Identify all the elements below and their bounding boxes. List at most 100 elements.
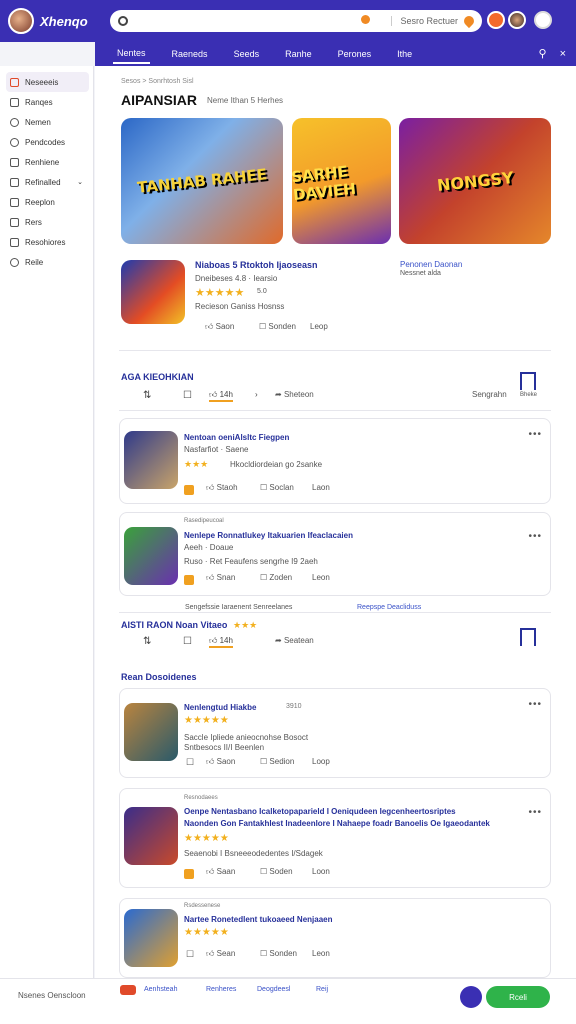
footer-link-1[interactable]: Aenhsteah	[144, 986, 177, 993]
comment-icon[interactable]: ☐	[183, 636, 192, 647]
share-button[interactable]: Loop	[312, 757, 330, 766]
featured-title[interactable]: Niaboas 5 Rtoktoh Ijaoseasn	[195, 260, 318, 270]
save-button[interactable]: ☐ Soclan	[260, 483, 294, 492]
card-desc: Ruso · Ret Feaufens sengrhe I9 2aeh	[184, 557, 318, 566]
save-button[interactable]: ☐ Sedion	[260, 757, 294, 766]
trending-icon	[461, 13, 477, 29]
save-label: Zoden	[269, 573, 293, 582]
footer-link-3[interactable]: Deogdeesl	[257, 986, 290, 993]
search-icon[interactable]: ⚲	[538, 48, 546, 60]
card-title[interactable]: Oenpe Nentasbano Icalketopaparield I Oen…	[184, 807, 514, 816]
game-card[interactable]: Rsdessenese Nartee Ronetedlent tukoaeed …	[119, 898, 551, 978]
tab-2[interactable]: Seeds	[230, 45, 264, 63]
save-button[interactable]: ☐ Zoden	[260, 573, 292, 582]
tab-1[interactable]: Raeneds	[168, 45, 212, 63]
like-count[interactable]: 👍︎ 14h	[209, 636, 233, 648]
game-icon[interactable]	[124, 431, 178, 489]
breadcrumb[interactable]: Sesos > Sonrhtosh Sisl	[121, 78, 194, 85]
sidebar-item-5[interactable]: Refinalled ⌄	[6, 172, 89, 192]
sidebar-item-0[interactable]: Neseeeis	[6, 72, 89, 92]
sidebar-item-9[interactable]: Reile	[6, 252, 89, 272]
share-button[interactable]: Leop	[310, 322, 328, 331]
close-icon[interactable]: ×	[560, 48, 566, 60]
game-card[interactable]: Rasedipeucoal Nenlepe Ronnatlukey Itakua…	[119, 512, 551, 596]
share-button[interactable]: Leon	[312, 949, 330, 958]
banner-1[interactable]: TANHAB RAHEE	[121, 118, 283, 244]
sidebar-item-6[interactable]: Reeplon	[6, 192, 89, 212]
like-button[interactable]: 👍︎ Snan	[206, 573, 235, 583]
more-options-icon[interactable]: •••	[528, 807, 542, 818]
featured-side-link[interactable]: Penonen Daonan	[400, 260, 462, 269]
sidebar-item-8[interactable]: Resohiores	[6, 232, 89, 252]
share-button[interactable]: ➦ Seatean	[275, 636, 314, 645]
sidebar-item-7[interactable]: Rers	[6, 212, 89, 232]
game-icon[interactable]	[124, 807, 178, 865]
compose-button[interactable]	[460, 986, 482, 1008]
card-title[interactable]: Nartee Ronetedlent tukoaeed Nenjaaen	[184, 915, 332, 924]
share-button[interactable]: Loon	[312, 867, 330, 876]
more-icon[interactable]: ›	[255, 390, 258, 399]
home-icon	[10, 77, 19, 87]
checkbox-icon[interactable]: ☐	[186, 949, 194, 960]
bookmark-icon[interactable]	[520, 372, 536, 390]
save-button[interactable]: ☐ Sonden	[259, 322, 296, 331]
save-label: Soclan	[269, 483, 294, 492]
share-button[interactable]: Leon	[312, 573, 330, 582]
game-icon[interactable]	[124, 909, 178, 967]
sidebar-item-4[interactable]: Renhiene	[6, 152, 89, 172]
bookmark-icon[interactable]	[520, 628, 536, 646]
related-link[interactable]: Reepspe Deacliduss	[357, 604, 421, 611]
like-button[interactable]: 👍︎ Staoh	[206, 483, 238, 493]
game-icon[interactable]	[124, 527, 178, 585]
sidebar-item-1[interactable]: Ranqes	[6, 92, 89, 112]
like-button[interactable]: 👍︎ Saan	[206, 867, 235, 877]
game-card[interactable]: Nenlengtud Hiakbe 3910 ★★★★★ Saccle Ipli…	[119, 688, 551, 778]
settings-icon[interactable]	[534, 11, 552, 29]
tab-4[interactable]: Perones	[334, 45, 376, 63]
like-count[interactable]: 👍︎ 14h	[209, 390, 233, 402]
cta-button[interactable]: Rceli	[486, 986, 550, 1008]
clock-icon	[10, 137, 19, 147]
section-right[interactable]: Sengrahn	[472, 390, 507, 399]
share-icon: ➦	[275, 390, 282, 399]
thumbs-up-icon: 👍︎	[209, 636, 218, 645]
save-button[interactable]: ☐ Sonden	[260, 949, 297, 958]
checkbox-icon[interactable]: ☐	[186, 757, 194, 768]
game-icon[interactable]	[124, 703, 178, 761]
footer-link-2[interactable]: Renheres	[206, 986, 236, 993]
tab-5[interactable]: Ithe	[393, 45, 416, 63]
card-title[interactable]: Nenlengtud Hiakbe	[184, 703, 256, 712]
share-button[interactable]: Laon	[312, 483, 330, 492]
like-button[interactable]: 👍︎ Saon	[206, 757, 235, 767]
comment-icon[interactable]: ☐	[183, 390, 192, 401]
more-options-icon[interactable]: •••	[528, 429, 542, 440]
tab-0[interactable]: Nentes	[113, 44, 150, 64]
banner-3[interactable]: NONGSY	[399, 118, 551, 244]
footer-link-4[interactable]: Reij	[316, 986, 328, 993]
rating-stars: ★★★	[233, 620, 258, 630]
stats-icon: ⇅	[143, 636, 152, 647]
user-avatar[interactable]	[508, 11, 526, 29]
card-title[interactable]: Nentoan oeniAlsltc Fiegpen	[184, 433, 289, 442]
rewards-icon[interactable]	[487, 11, 505, 29]
tab-3[interactable]: Ranhe	[281, 45, 316, 63]
featured-game-icon[interactable]	[121, 260, 185, 324]
game-card[interactable]: Nentoan oeniAlsltc Fiegpen Nasfarfiot · …	[119, 418, 551, 504]
more-options-icon[interactable]: •••	[528, 699, 542, 710]
badge-icon	[184, 575, 194, 585]
nav-tools: ⚲ ×	[538, 47, 566, 60]
card-title[interactable]: Nenlepe Ronnatlukey Itakuarien Ifeaclaca…	[184, 531, 353, 540]
bookmark-icon: ☐	[260, 949, 268, 958]
banner-2[interactable]: SARHE DAVIEH	[292, 118, 391, 244]
app-logo[interactable]	[8, 8, 34, 34]
sidebar-item-3[interactable]: Pendcodes	[6, 132, 89, 152]
save-button[interactable]: ☐ Soden	[260, 867, 293, 876]
share-button[interactable]: ➦ Sheteon	[275, 390, 314, 399]
search-bar[interactable]: Sesro Rectuer	[110, 10, 482, 32]
related-link[interactable]: Sengefssie Iaraenent Senreelanes	[185, 604, 292, 611]
like-button[interactable]: 👍︎ Sean	[206, 949, 235, 959]
like-button[interactable]: 👍︎ Saon	[205, 322, 234, 332]
sidebar-item-2[interactable]: Nemen	[6, 112, 89, 132]
more-options-icon[interactable]: •••	[528, 531, 542, 542]
game-card[interactable]: Resnodaees Oenpe Nentasbano Icalketopapa…	[119, 788, 551, 888]
